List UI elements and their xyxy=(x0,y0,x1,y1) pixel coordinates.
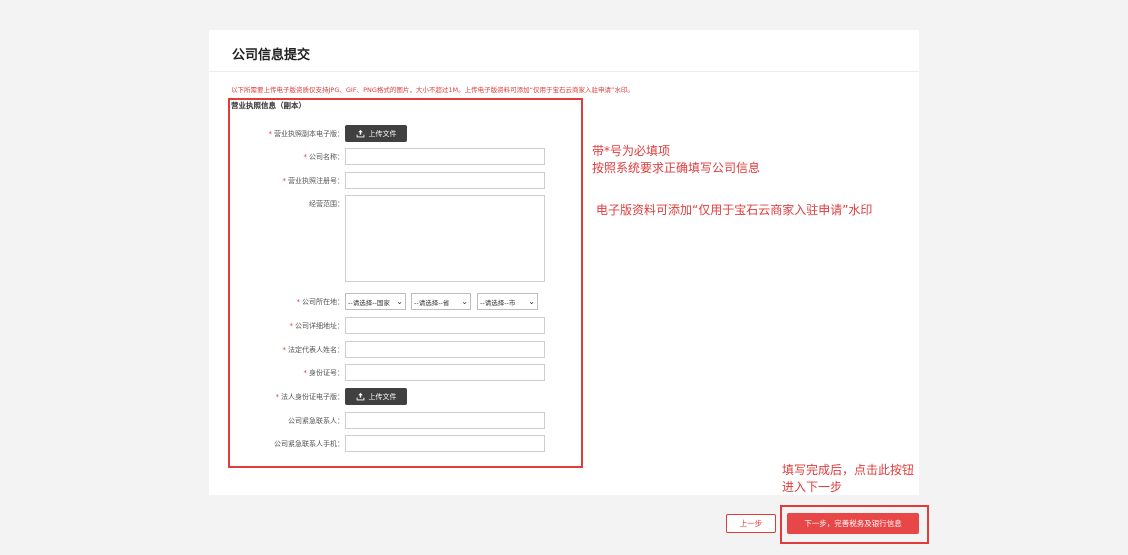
watermark-note: 电子版资料可添加“仅用于宝石云商家入驻申请”水印 xyxy=(596,203,873,217)
required-note-1: 带*号为必填项 xyxy=(592,144,671,158)
next-note-1: 填写完成后，点击此按钮 xyxy=(782,463,915,477)
next-note-2: 进入下一步 xyxy=(782,480,843,494)
form-highlight-box xyxy=(228,98,583,468)
title-divider xyxy=(209,71,919,72)
prev-step-button[interactable]: 上一步 xyxy=(726,514,776,533)
upload-notice: 以下所需要上传电子版资质仅支持JPG、GIF、PNG格式的图片，大小不超过1M。… xyxy=(231,86,634,94)
next-step-button[interactable]: 下一步，完善税务及银行信息 xyxy=(787,513,919,534)
required-note-2: 按照系统要求正确填写公司信息 xyxy=(592,161,761,175)
page-title: 公司信息提交 xyxy=(232,48,311,63)
